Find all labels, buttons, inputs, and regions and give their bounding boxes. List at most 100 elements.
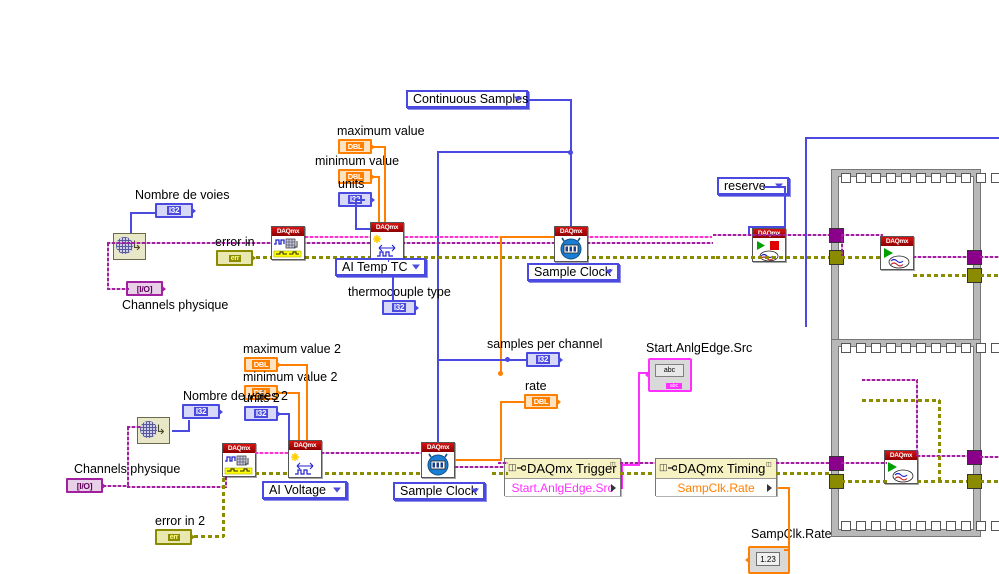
wire-task-pink-bottom [255, 452, 290, 454]
terminal-units-2-type: I32 [253, 409, 269, 418]
chain-link-icon [668, 465, 677, 471]
terminal-units-2[interactable]: I32 [244, 406, 281, 421]
ring-ai-temp-tc[interactable]: AI Temp TC [335, 258, 426, 276]
create-channel-icon [273, 238, 302, 258]
ring-sample-clock-1-label: Sample Clock [534, 265, 612, 279]
vi-header-label: DAQmx [885, 451, 917, 460]
block-diagram-canvas: Continuous Samples Nombre de voies I32 ↳… [0, 0, 999, 574]
ring-ai-voltage-label: AI Voltage [269, 483, 326, 497]
wire-units-h3 [355, 228, 371, 230]
terminal-rate[interactable]: DBL [524, 394, 561, 409]
ring-ai-temp-tc-label: AI Temp TC [342, 260, 408, 274]
ai-channel-icon [373, 235, 396, 257]
terminal-nombre-de-voies-2[interactable]: I32 [182, 404, 223, 419]
wire-junction-rate [498, 371, 503, 376]
property-arrow-icon [767, 483, 772, 492]
wire-string-h [638, 372, 650, 374]
wire-err-timing-to-loop [776, 472, 836, 475]
terminal-channels-physique[interactable]: [I/O] [126, 281, 166, 296]
property-node-property-row[interactable]: SampClk.Rate [656, 479, 776, 496]
terminal-nombre-de-voies[interactable]: I32 [155, 203, 196, 218]
terminal-channels-physique-2[interactable]: [I/O] [66, 478, 106, 493]
vi-icon-body [223, 453, 255, 476]
wire-task-timing-to-loop [776, 462, 836, 464]
vi-icon-body [885, 460, 917, 483]
vi-icon-body [371, 232, 403, 259]
property-node-property-row[interactable]: Start.AnlgEdge.Src [505, 479, 620, 496]
label-nombre-de-voies: Nombre de voies [135, 188, 230, 202]
structure-while-loop-bottom[interactable] [831, 339, 981, 537]
wire-task-out-loop-2 [917, 455, 971, 457]
daqmx-read-icon [888, 462, 914, 483]
terminal-maximum-value-2-type: DBL [251, 360, 271, 369]
terminal-error-in-2-type: err [167, 533, 181, 541]
terminal-arrow-icon [370, 195, 375, 204]
wire-rate-top-v [500, 236, 502, 373]
wire-error-to-loop [716, 256, 836, 259]
vi-icon-body [289, 450, 321, 477]
terminal-start-anlgedge-src[interactable]: abc abc [645, 358, 692, 392]
chevron-down-icon [605, 269, 613, 275]
ring-reserve-label: reserve [724, 179, 766, 193]
wire-contsamples-v [570, 99, 572, 229]
terminal-nombre-de-voies-type: I32 [166, 206, 182, 215]
vi-daqmx-read-1[interactable]: DAQmx [880, 236, 914, 270]
wire-contsamples-h [528, 99, 572, 101]
ring-sample-clock-1[interactable]: Sample Clock [527, 263, 619, 281]
ring-ai-voltage[interactable]: AI Voltage [262, 481, 347, 499]
vi-daqmx-read-2[interactable]: DAQmx [884, 450, 918, 484]
terminal-samples-per-channel[interactable]: I32 [526, 352, 563, 367]
sample-clock-icon [427, 453, 449, 476]
terminal-error-in[interactable]: err [216, 250, 256, 266]
numeric-value-box: 1.23 [756, 552, 780, 566]
terminal-maximum-value[interactable]: DBL [338, 139, 375, 154]
string-type-footer: abc [666, 383, 682, 389]
wire-tc-type-v [392, 276, 394, 302]
chevron-down-icon [412, 264, 420, 270]
wire-string-v [638, 372, 640, 465]
vi-daqmx-timing-2[interactable]: DAQmx [421, 442, 455, 478]
property-node-header: ◫ DAQmx Timing ◫ [656, 459, 776, 479]
terminal-error-in-type: err [228, 254, 242, 262]
wire-task2-h1 [103, 485, 129, 487]
wire-err-in-loop-1 [841, 256, 883, 259]
property-node-daqmx-timing[interactable]: ◫ DAQmx Timing ◫ SampClk.Rate [655, 458, 777, 496]
vi-daqmx-create-channel-2[interactable]: DAQmx [222, 443, 256, 477]
wire-err-out-loop-2 [917, 480, 971, 483]
loop-bottom-top-dots [841, 343, 999, 353]
wire-task-feedback-h [862, 379, 918, 381]
wire-task2-h3 [127, 486, 227, 488]
wire-err-feedback-v [938, 400, 941, 480]
vi-icon-body [555, 236, 587, 261]
property-node-daqmx-trigger[interactable]: ◫ DAQmx Trigger ◫ Start.AnlgEdge.Src [504, 458, 621, 496]
label-maximum-value: maximum value [337, 124, 425, 138]
label-rate: rate [525, 379, 547, 393]
vi-daqmx-create-channel-ai-voltage[interactable]: DAQmx [288, 440, 322, 478]
vi-header-label: DAQmx [289, 441, 321, 450]
wire-task-in-loop-2 [841, 462, 887, 464]
chevron-down-icon [471, 488, 479, 494]
wire-task2-h2 [127, 426, 141, 428]
terminal-error-in-2[interactable]: err [155, 529, 195, 545]
ring-continuous-samples[interactable]: Continuous Samples [406, 90, 528, 108]
physical-channels-icon: ↳ [113, 233, 146, 260]
wire-err-in-loop-2 [841, 480, 887, 483]
terminal-arrow-icon [558, 355, 563, 364]
wire-units-h2 [355, 199, 365, 201]
wire-task-channels-h1 [107, 288, 129, 290]
loop-inner-border [838, 346, 974, 530]
vi-daqmx-create-channel-1[interactable]: DAQmx [271, 226, 305, 260]
wire-task-to-loop [713, 234, 835, 236]
wire-contsamples-branch-v [437, 151, 439, 474]
property-arrow-icon [611, 483, 616, 492]
create-channel-icon [224, 455, 253, 475]
wire-min2-v [298, 392, 300, 442]
terminal-thermocouple-type[interactable]: I32 [382, 300, 419, 315]
label-sampclk-rate: SampClk.Rate [751, 527, 832, 541]
vi-daqmx-create-channel-ai-temp[interactable]: DAQmx [370, 222, 404, 260]
ring-sample-clock-2[interactable]: Sample Clock [393, 482, 485, 500]
terminal-arrow-icon [414, 303, 419, 312]
vi-daqmx-timing-1[interactable]: DAQmx [554, 226, 588, 262]
wire-err-exit-right-2 [980, 480, 999, 483]
wire-sampclk-h2 [784, 549, 790, 551]
